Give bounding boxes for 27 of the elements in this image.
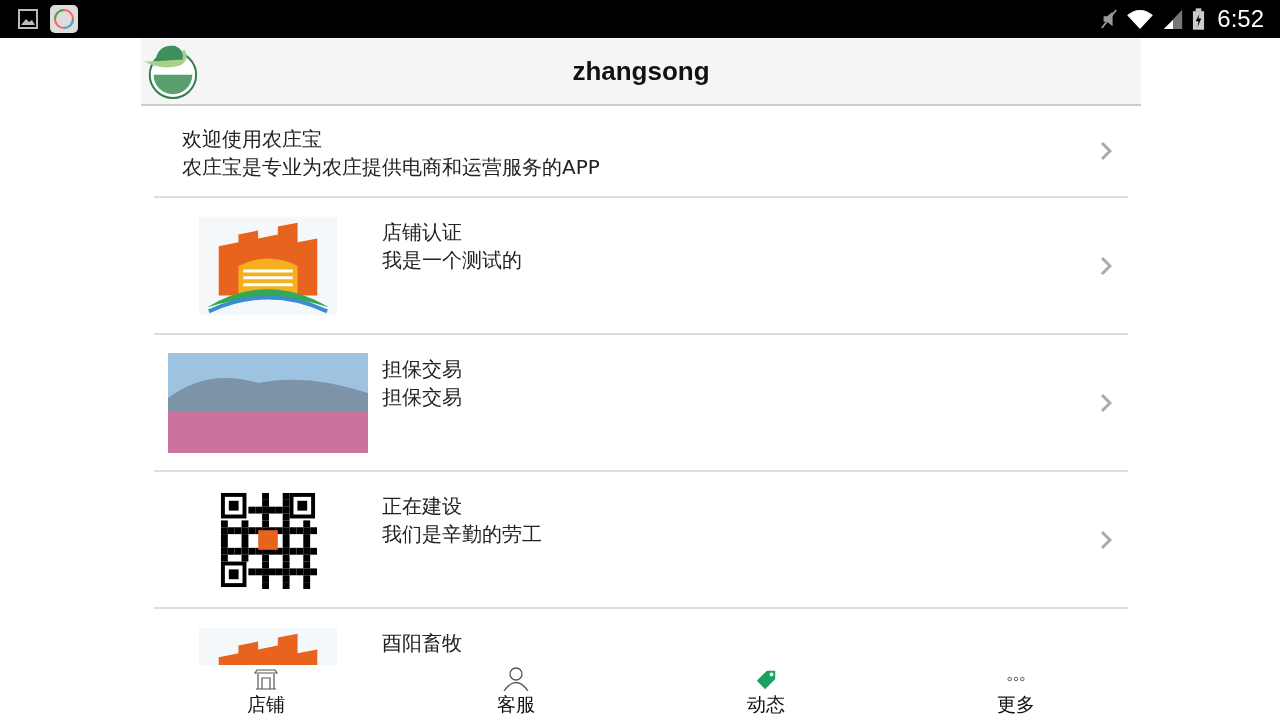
- chevron-right-icon: [1100, 392, 1112, 413]
- clock-time: 6:52: [1217, 5, 1264, 33]
- wifi-icon: [1126, 8, 1155, 30]
- mute-icon: [1100, 8, 1119, 30]
- item-title: 店铺认证: [382, 219, 463, 246]
- chevron-right-icon: [1100, 141, 1112, 161]
- item-subtitle: 我们是辛勤的劳工: [382, 521, 543, 548]
- battery-icon: [1192, 7, 1206, 31]
- chevron-right-icon: [1100, 255, 1112, 276]
- app-icon: [50, 5, 78, 33]
- building-logo-icon: [199, 215, 337, 316]
- item-title: 酉阳畜牧: [382, 630, 463, 657]
- item-subtitle: 担保交易: [382, 384, 463, 411]
- item-subtitle: 我是一个测试的: [382, 247, 523, 274]
- list-item[interactable]: 店铺认证 我是一个测试的: [154, 198, 1128, 335]
- image-icon: [18, 9, 38, 29]
- qr-code-icon: [219, 490, 317, 589]
- item-subtitle: 农庄宝是专业为农庄提供电商和运营服务的APP: [182, 154, 601, 181]
- item-title: 担保交易: [382, 356, 463, 383]
- item-title: 正在建设: [382, 493, 463, 520]
- list-item[interactable]: 欢迎使用农庄宝 农庄宝是专业为农庄提供电商和运营服务的APP: [154, 106, 1128, 198]
- chevron-right-icon: [1100, 529, 1112, 550]
- page-title: zhangsong: [571, 55, 711, 87]
- signal-icon: [1162, 8, 1185, 30]
- list-item[interactable]: 正在建设 我们是辛勤的劳工: [154, 472, 1128, 609]
- list-item[interactable]: 担保交易 担保交易: [154, 335, 1128, 472]
- item-title: 欢迎使用农庄宝: [182, 126, 323, 153]
